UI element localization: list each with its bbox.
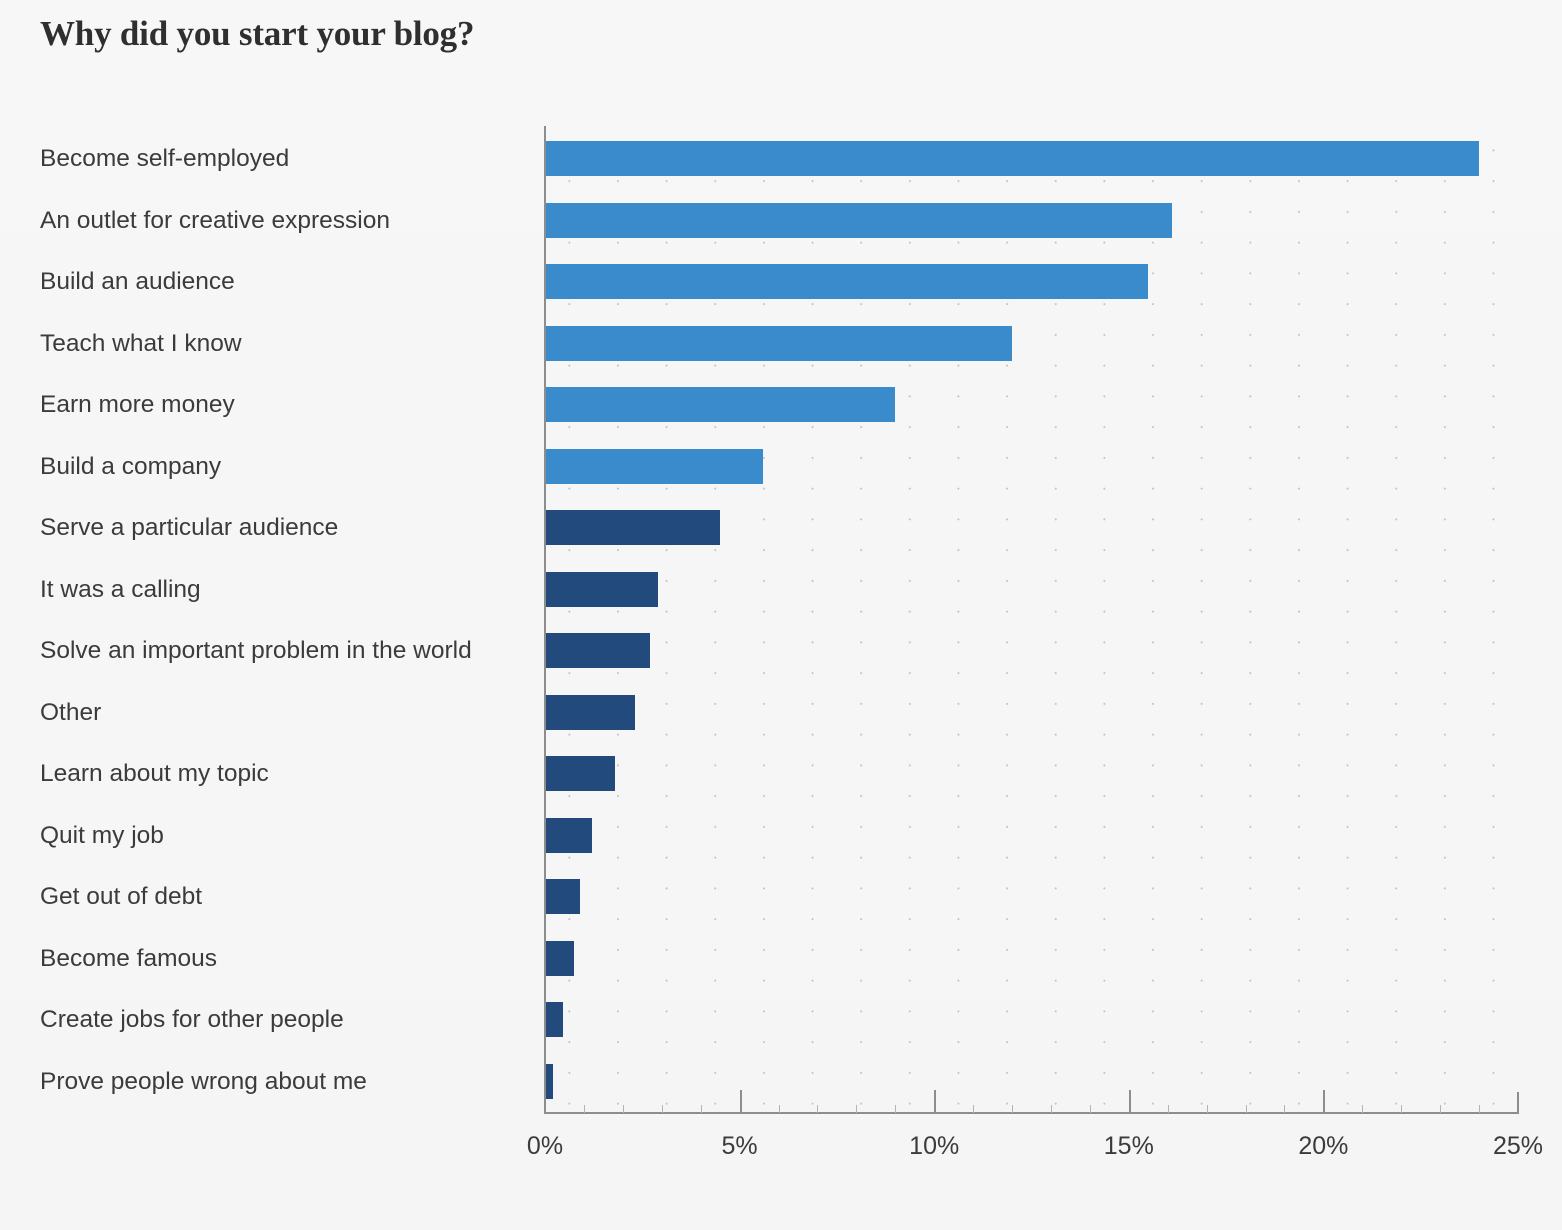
bar[interactable] [545,1002,563,1037]
category-label: Teach what I know [40,329,242,357]
category-label: Learn about my topic [40,760,269,787]
category-label: An outlet for creative expression [40,206,390,234]
category-label: Quit my job [40,821,164,849]
category-label: Build an audience [40,268,235,295]
x-axis-tick-label: 15% [1103,1132,1154,1160]
bar-row [545,805,1518,867]
y-axis-line [544,126,546,1114]
x-axis-minor-tick [1050,1105,1052,1113]
bar-row [545,436,1518,498]
x-axis-minor-tick [661,1105,663,1113]
bar-row [545,190,1518,252]
x-axis-minor-tick [583,1105,585,1113]
x-axis-tick-label: 0% [526,1132,564,1160]
x-axis-minor-tick [1012,1105,1014,1113]
category-label: Prove people wrong about me [40,1067,367,1095]
x-axis-tick-label: 25% [1492,1132,1544,1160]
bar-row [545,374,1518,436]
x-axis-tick-label: 10% [909,1132,960,1160]
x-axis-major-tick [1128,1090,1131,1112]
category-axis-labels: Become self-employed An outlet for creati… [40,128,520,1112]
x-axis-major-tick [1323,1090,1326,1112]
category-label: Create jobs for other people [40,1006,344,1033]
bar-row [545,128,1518,190]
bar-row [545,313,1518,375]
category-label: Build a company [40,452,222,480]
bar[interactable] [545,879,581,914]
x-axis-line [544,1112,1519,1114]
category-label: Become famous [40,944,218,972]
x-axis-tick-label: 5% [721,1132,758,1160]
bar-row [545,620,1518,682]
bar-chart: Why did you start your blog? Become self… [0,0,1562,1230]
bar-row [545,928,1518,990]
bar[interactable] [545,633,651,668]
plot-area [545,128,1518,1112]
x-axis-minor-tick [1401,1105,1403,1113]
category-label: It was a calling [40,575,201,603]
x-axis-minor-tick [778,1105,780,1113]
x-axis-minor-tick [1440,1105,1442,1113]
bar[interactable] [545,940,575,976]
category-label: Serve a particular audience [40,514,339,541]
x-axis-minor-tick [1167,1105,1169,1113]
x-axis-minor-tick [1362,1105,1364,1113]
x-axis-minor-tick [1089,1105,1091,1113]
bar[interactable] [545,387,896,422]
bar[interactable] [545,141,1480,176]
bar[interactable] [545,448,763,484]
category-label: Become self-employed [40,145,290,172]
x-axis-minor-tick [700,1105,702,1113]
category-label: Earn more money [40,391,235,418]
bar[interactable] [545,694,635,730]
bar-row [545,251,1518,313]
bar[interactable] [545,202,1172,238]
bar[interactable] [545,817,592,853]
x-axis-minor-tick [1479,1105,1481,1113]
x-axis-minor-tick [817,1105,819,1113]
bar[interactable] [545,325,1013,361]
bar-row [545,989,1518,1051]
x-axis-major-tick [739,1090,742,1112]
chart-title: Why did you start your blog? [40,14,475,53]
x-axis-tick-label: 20% [1298,1132,1349,1160]
x-axis-major-tick [934,1090,937,1112]
bar[interactable] [545,510,721,545]
x-axis-minor-tick [1245,1105,1247,1113]
bar-row [545,866,1518,928]
x-axis-minor-tick [1284,1105,1286,1113]
bar[interactable] [545,756,616,791]
x-axis-minor-tick [973,1105,975,1113]
x-axis-minor-tick [1206,1105,1208,1113]
bar-row [545,559,1518,621]
bar-row [545,497,1518,559]
category-label: Other [40,698,102,726]
bar[interactable] [545,571,658,607]
x-axis-minor-tick [895,1105,897,1113]
bar-row [545,1051,1518,1113]
bar-row [545,682,1518,744]
x-axis-minor-tick [856,1105,858,1113]
x-axis-end-tick [1517,1092,1519,1114]
x-axis-minor-tick [622,1105,624,1113]
bar-row [545,743,1518,805]
bar[interactable] [545,264,1149,299]
bar[interactable] [545,1063,553,1099]
category-label: Get out of debt [40,883,203,910]
category-label: Solve an important problem in the world [40,637,472,664]
